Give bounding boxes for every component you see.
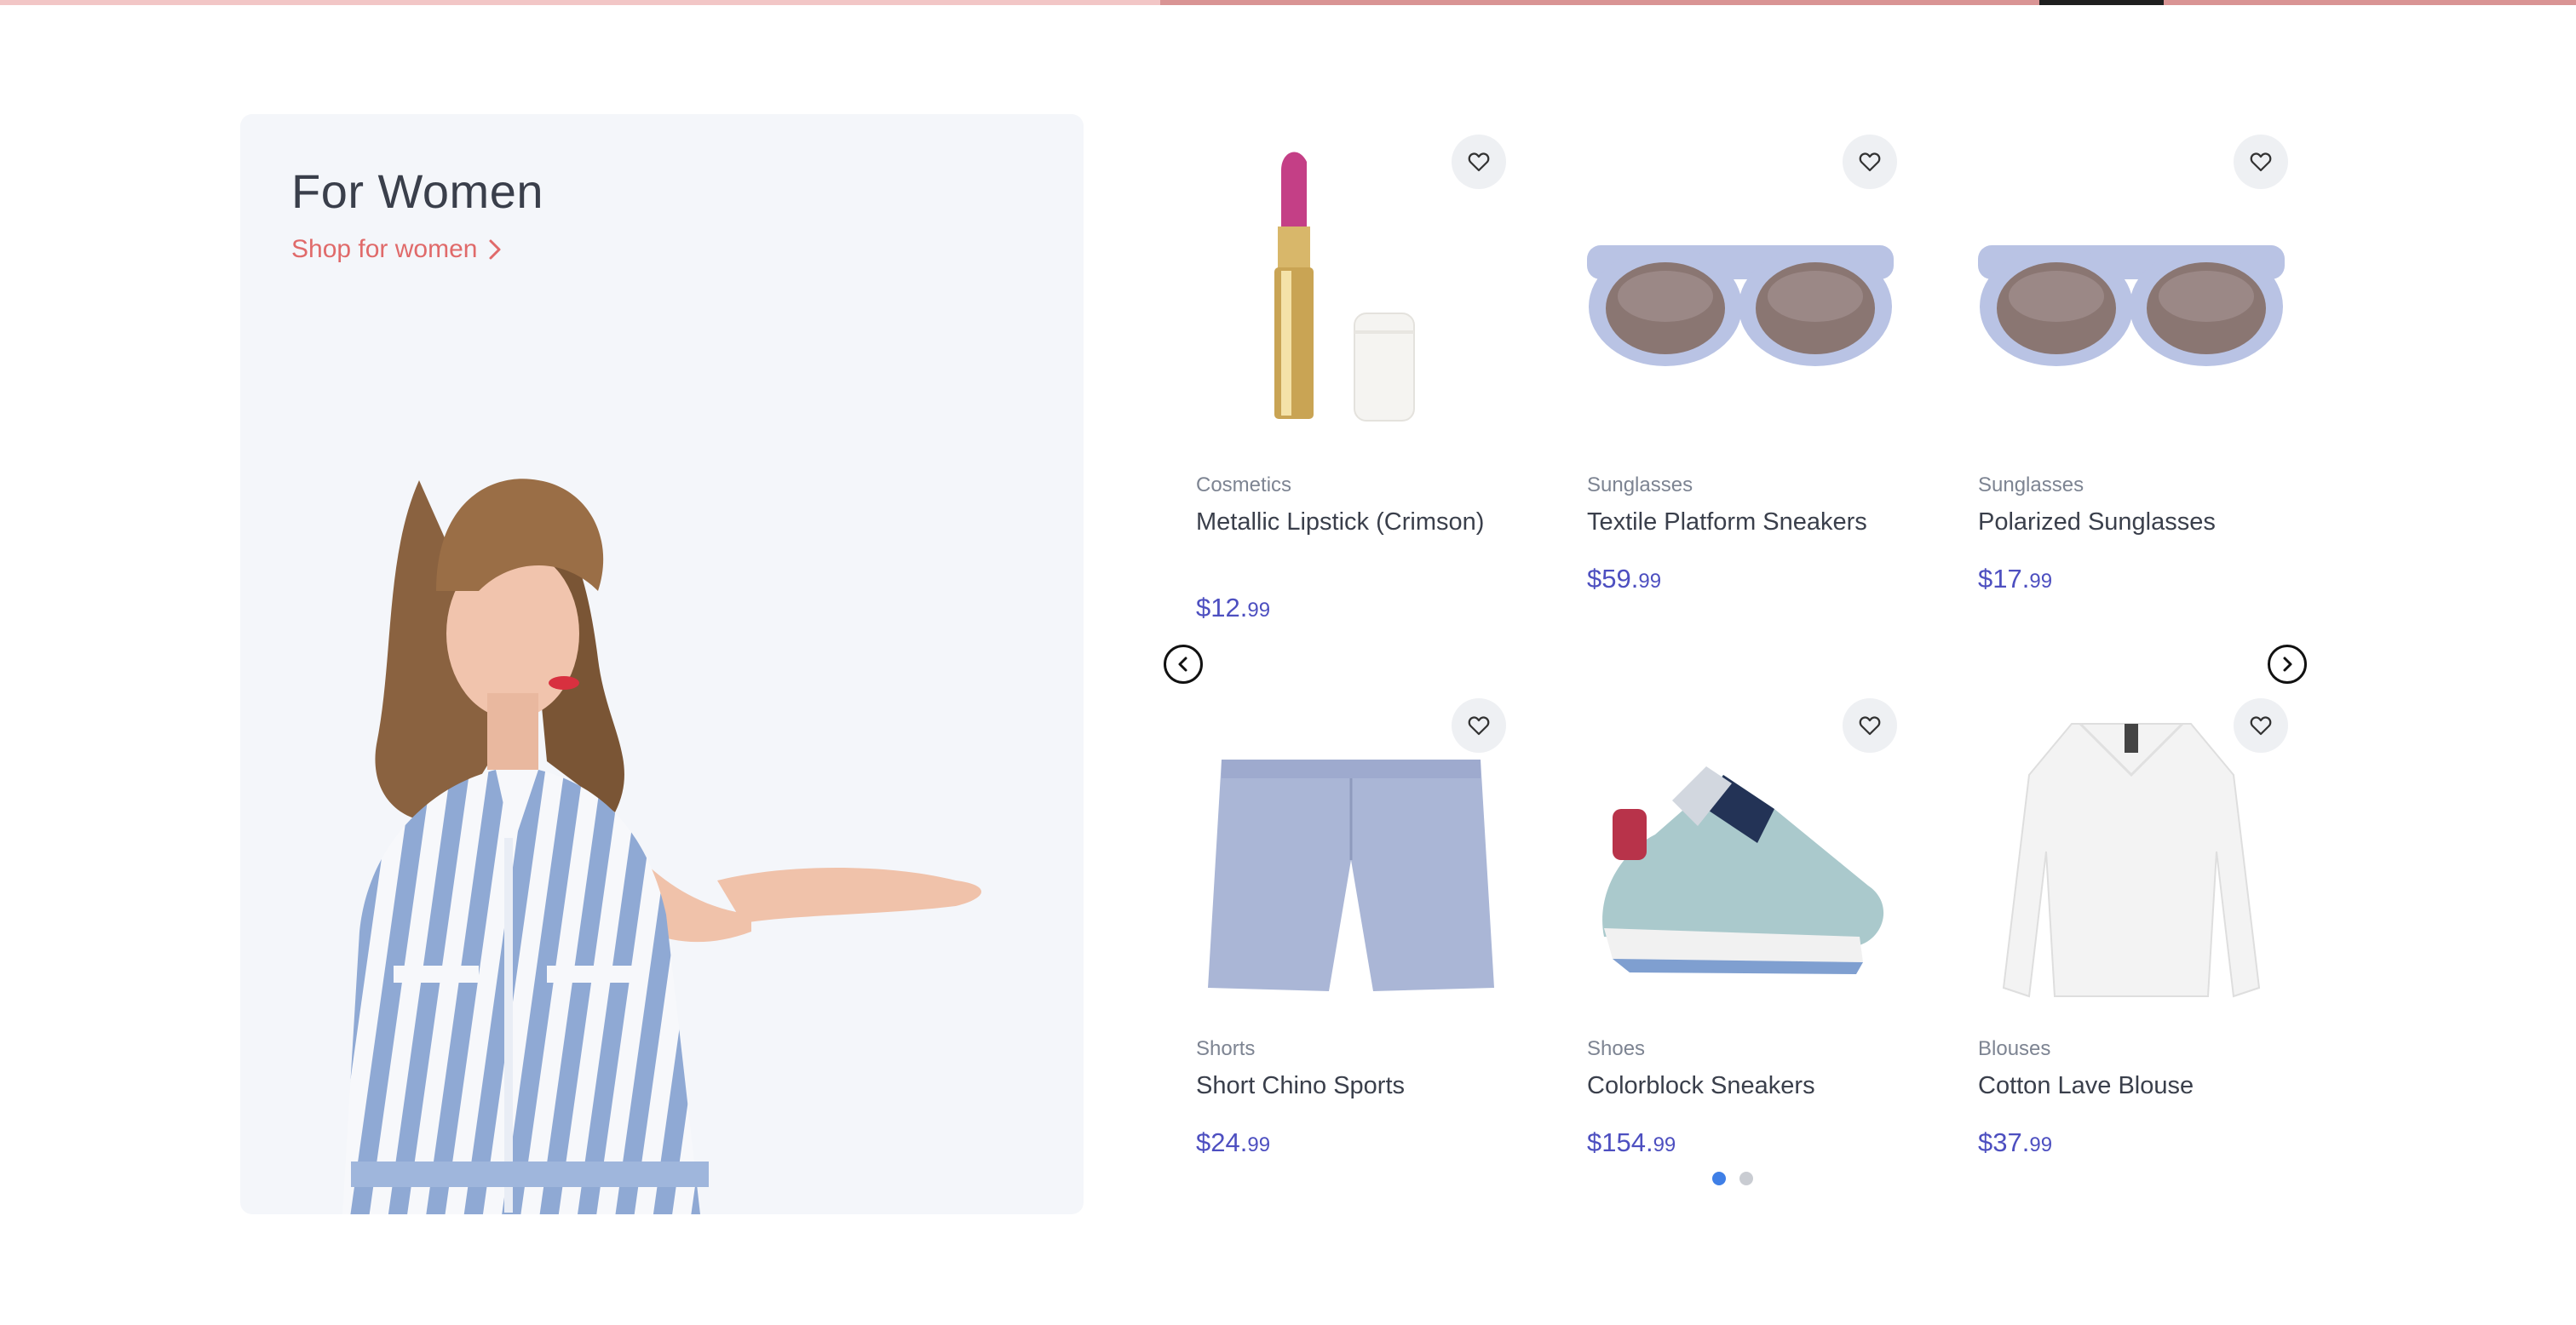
- pagination-dot-1[interactable]: [1712, 1172, 1726, 1185]
- heart-icon: [1859, 152, 1881, 172]
- wishlist-button[interactable]: [2234, 698, 2288, 753]
- product-card[interactable]: Shorts Short Chino Sports $24.99: [1196, 681, 1554, 1209]
- product-card[interactable]: Shoes Colorblock Sneakers $154.99: [1587, 681, 1945, 1209]
- product-name[interactable]: Cotton Lave Blouse: [1978, 1071, 2285, 1101]
- promo-banner-women: For Women Shop for women: [240, 114, 1084, 1214]
- wishlist-button[interactable]: [1452, 698, 1506, 753]
- product-category: Shoes: [1587, 1037, 1646, 1060]
- carousel-next-button[interactable]: [2268, 645, 2307, 684]
- top-progress-bar: [0, 0, 2576, 5]
- heart-icon: [1468, 152, 1490, 172]
- shop-for-women-link[interactable]: Shop for women: [291, 235, 504, 264]
- product-card[interactable]: Sunglasses Textile Platform Sneakers $59…: [1587, 118, 1945, 645]
- heart-icon: [2250, 716, 2272, 736]
- carousel-pagination: [1712, 1172, 1753, 1185]
- product-name[interactable]: Colorblock Sneakers: [1587, 1071, 1894, 1101]
- pagination-dot-2[interactable]: [1739, 1172, 1753, 1185]
- chevron-right-icon: [2283, 657, 2292, 672]
- product-price: $24.99: [1196, 1127, 1271, 1157]
- promo-title: For Women: [291, 164, 543, 218]
- heart-icon: [1859, 716, 1881, 736]
- product-category: Sunglasses: [1587, 473, 1693, 496]
- wishlist-button[interactable]: [1843, 698, 1897, 753]
- wishlist-button[interactable]: [2234, 135, 2288, 189]
- shop-for-women-label: Shop for women: [291, 235, 478, 263]
- product-price: $17.99: [1978, 564, 2053, 594]
- product-name[interactable]: Metallic Lipstick (Crimson): [1196, 508, 1503, 537]
- chevron-right-icon: [489, 239, 501, 260]
- product-card[interactable]: Sunglasses Polarized Sunglasses $17.99: [1978, 118, 2336, 645]
- heart-icon: [2250, 152, 2272, 172]
- product-price: $154.99: [1587, 1127, 1676, 1157]
- product-card[interactable]: Blouses Cotton Lave Blouse $37.99: [1978, 681, 2336, 1209]
- product-category: Sunglasses: [1978, 473, 2084, 496]
- product-price: $12.99: [1196, 593, 1271, 622]
- product-category: Blouses: [1978, 1037, 2051, 1060]
- product-category: Shorts: [1196, 1037, 1256, 1060]
- wishlist-button[interactable]: [1452, 135, 1506, 189]
- product-name[interactable]: Polarized Sunglasses: [1978, 508, 2285, 537]
- carousel-prev-button[interactable]: [1164, 645, 1203, 684]
- product-name[interactable]: Short Chino Sports: [1196, 1071, 1503, 1101]
- product-price: $59.99: [1587, 564, 1662, 594]
- product-card[interactable]: Cosmetics Metallic Lipstick (Crimson) $1…: [1196, 118, 1554, 645]
- product-name[interactable]: Textile Platform Sneakers: [1587, 508, 1894, 537]
- wishlist-button[interactable]: [1843, 135, 1897, 189]
- chevron-left-icon: [1178, 657, 1187, 672]
- product-category: Cosmetics: [1196, 473, 1292, 496]
- heart-icon: [1468, 716, 1490, 736]
- product-price: $37.99: [1978, 1127, 2053, 1157]
- model-image: [342, 479, 981, 1214]
